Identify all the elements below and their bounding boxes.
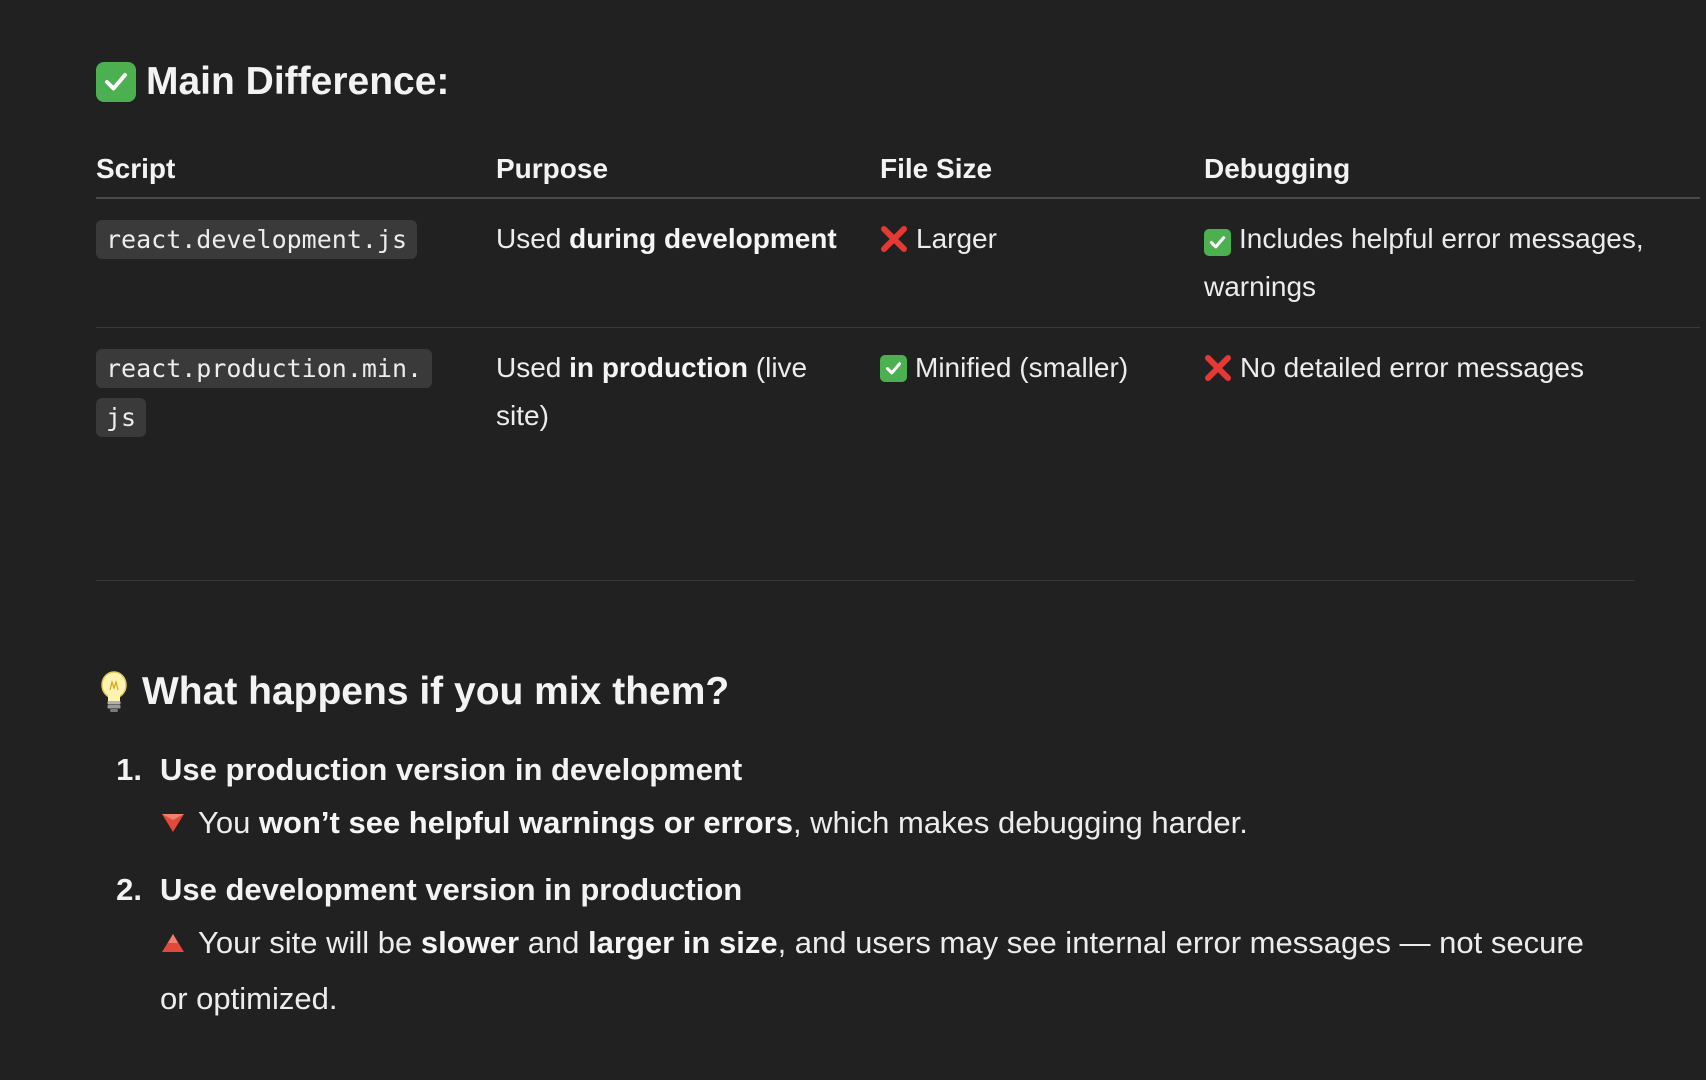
header-script: Script xyxy=(96,152,176,184)
list-item: 1. Use production version in development… xyxy=(96,745,1656,851)
script-cell: react.production.min.js xyxy=(96,328,496,458)
red-triangle-up-icon xyxy=(162,934,184,952)
body-text: You xyxy=(198,805,259,840)
list-item-title: 2. Use development version in production xyxy=(96,865,1656,915)
purpose-text: Used xyxy=(496,352,570,383)
light-bulb-icon xyxy=(101,671,127,712)
check-mark-button-icon xyxy=(1204,229,1231,256)
comparison-table: Script Purpose File Size Debugging react… xyxy=(96,140,1700,458)
list-item-heading: Use development version in production xyxy=(160,872,743,907)
debugging-cell: No detailed error messages xyxy=(1204,328,1700,458)
list-item: 2. Use development version in production… xyxy=(96,865,1656,1027)
mix-heading: What happens if you mix them? xyxy=(96,670,729,714)
cross-mark-icon xyxy=(1205,355,1231,381)
purpose-bold-text: in production xyxy=(569,352,749,383)
table-row: react.production.min.js Used in producti… xyxy=(96,328,1700,458)
body-bold-text: won’t see helpful warnings or errors xyxy=(258,805,793,840)
inline-code: react.production.min.js xyxy=(96,349,433,437)
file-size-text: Minified (smaller) xyxy=(915,352,1129,383)
cross-mark-icon xyxy=(881,226,907,252)
purpose-text: Used xyxy=(496,223,570,254)
body-text: and xyxy=(519,925,589,960)
mix-title: What happens if you mix them? xyxy=(142,670,730,713)
mix-consequences-list: 1. Use production version in development… xyxy=(96,745,1656,1041)
file-size-text: Larger xyxy=(916,223,997,254)
check-mark-button-icon xyxy=(96,62,136,102)
header-debugging: Debugging xyxy=(1204,152,1351,184)
main-difference-heading: Main Difference: xyxy=(96,60,449,104)
body-bold-text: slower xyxy=(420,925,520,960)
list-item-number: 1. xyxy=(116,752,142,787)
red-triangle-down-icon xyxy=(162,814,184,832)
table-row: react.development.js Used during develop… xyxy=(96,199,1700,328)
horizontal-divider xyxy=(96,580,1634,581)
check-mark-button-icon xyxy=(880,354,907,382)
list-item-body: Your site will be slower and larger in s… xyxy=(160,915,1610,1027)
body-text: Your site will be xyxy=(198,925,421,960)
list-item-number: 2. xyxy=(116,872,142,907)
list-item-body: You won’t see helpful warnings or errors… xyxy=(160,795,1610,851)
table-header-row: Script Purpose File Size Debugging xyxy=(96,140,1700,199)
purpose-cell: Used in production (live site) xyxy=(496,328,880,458)
main-difference-title: Main Difference: xyxy=(146,60,450,103)
body-text: , which makes debugging harder. xyxy=(792,805,1248,840)
inline-code: react.development.js xyxy=(96,220,418,259)
list-item-title: 1. Use production version in development xyxy=(96,745,1656,795)
script-cell: react.development.js xyxy=(96,199,496,327)
purpose-cell: Used during development xyxy=(496,199,880,327)
purpose-bold-text: during development xyxy=(569,223,837,254)
debugging-text: No detailed error messages xyxy=(1240,352,1584,383)
debugging-text: Includes helpful error messages, warning… xyxy=(1204,223,1644,302)
debugging-cell: Includes helpful error messages, warning… xyxy=(1204,199,1700,327)
header-purpose: Purpose xyxy=(496,152,609,184)
file-size-cell: Minified (smaller) xyxy=(880,328,1204,458)
body-bold-text: larger in size xyxy=(588,925,778,960)
list-item-heading: Use production version in development xyxy=(160,752,743,787)
file-size-cell: Larger xyxy=(880,199,1204,327)
header-file-size: File Size xyxy=(880,152,993,184)
